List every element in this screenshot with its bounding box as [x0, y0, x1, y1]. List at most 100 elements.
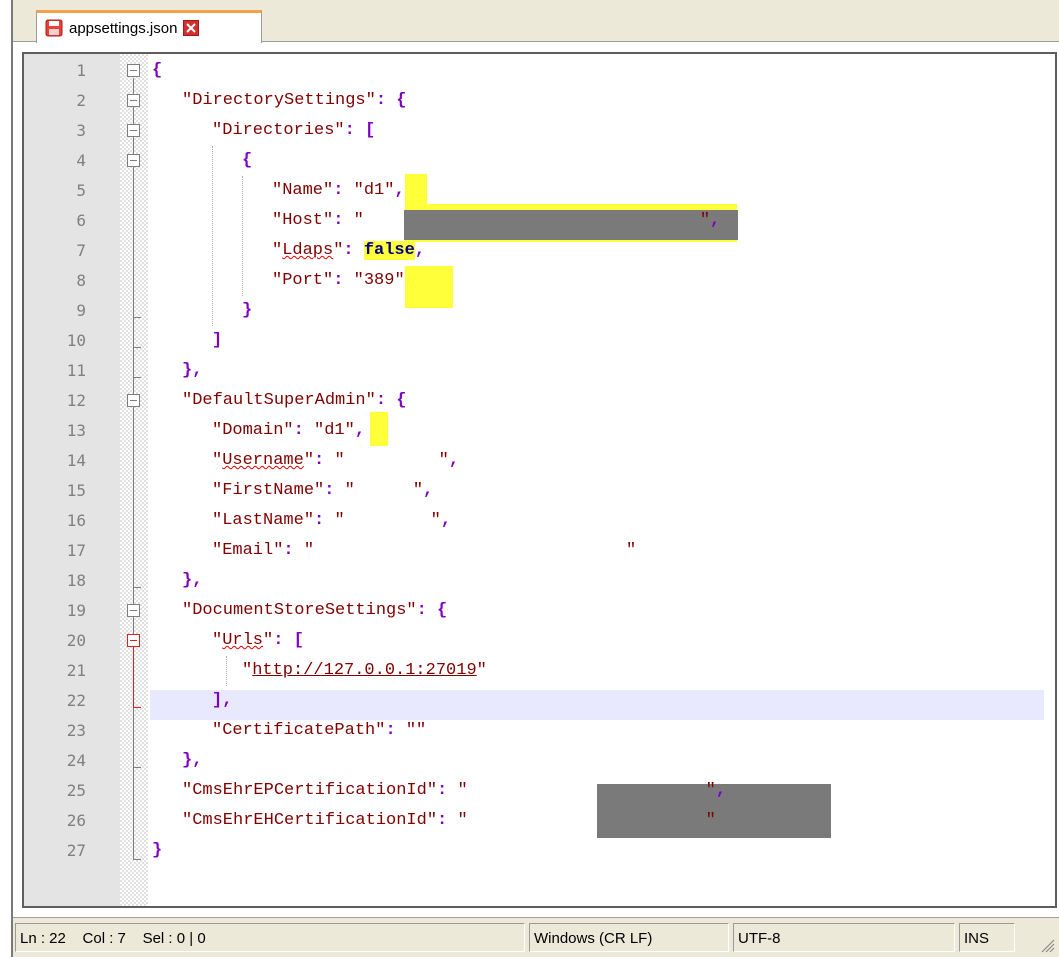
- json-value: d1: [363, 181, 385, 200]
- line-number: 20: [66, 631, 86, 650]
- window-left-edge: [0, 0, 10, 957]
- line-number: 11: [66, 361, 86, 380]
- code-line[interactable]: "Ldaps": false,: [272, 236, 425, 266]
- code-line[interactable]: "CmsEhrEPCertificationId": " ",: [182, 776, 726, 806]
- line-number: 25: [66, 781, 86, 800]
- json-key: "Port": [272, 271, 334, 290]
- json-boolean: false: [363, 241, 415, 260]
- code-line[interactable]: },: [182, 746, 202, 776]
- indent-guide: [212, 146, 213, 326]
- status-eol[interactable]: Windows (CR LF): [529, 923, 729, 952]
- fold-toggle-icon[interactable]: [127, 634, 140, 647]
- json-key: Ldaps: [282, 241, 334, 260]
- status-position[interactable]: Ln : 22 Col : 7 Sel : 0 | 0: [15, 923, 525, 952]
- status-insert-mode[interactable]: INS: [959, 923, 1015, 952]
- json-key: "DirectorySettings": [182, 91, 376, 110]
- close-icon[interactable]: [183, 20, 200, 36]
- json-key: "CertificatePath": [212, 721, 386, 740]
- code-line[interactable]: "Email": " ": [212, 536, 636, 566]
- status-ln: Ln : 22: [20, 930, 66, 947]
- fold-tree-line-active: [133, 642, 134, 707]
- code-line[interactable]: "Domain": "d1",: [212, 416, 365, 446]
- line-number: 15: [66, 481, 86, 500]
- code-line[interactable]: },: [182, 566, 202, 596]
- fold-toggle-icon[interactable]: [127, 154, 140, 167]
- search-highlight: [405, 266, 453, 308]
- line-number: 17: [66, 541, 86, 560]
- code-line[interactable]: }: [152, 836, 162, 866]
- line-number: 7: [76, 241, 86, 260]
- code-line[interactable]: },: [182, 356, 202, 386]
- line-number: 14: [66, 451, 86, 470]
- line-number: 18: [66, 571, 86, 590]
- line-number: 6: [76, 211, 86, 230]
- line-number: 5: [76, 181, 86, 200]
- fold-toggle-icon[interactable]: [127, 604, 140, 617]
- fold-toggle-icon[interactable]: [127, 64, 140, 77]
- json-key: "LastName": [212, 511, 315, 530]
- status-sel: Sel : 0 | 0: [142, 930, 206, 947]
- code-line[interactable]: "CmsEhrEHCertificationId": " ": [182, 806, 716, 836]
- json-key: "DefaultSuperAdmin": [182, 391, 376, 410]
- line-number: 2: [76, 91, 86, 110]
- line-number: 4: [76, 151, 86, 170]
- line-number: 21: [66, 661, 86, 680]
- code-line[interactable]: ]: [212, 326, 222, 356]
- line-number: 3: [76, 121, 86, 140]
- code-line[interactable]: "Name": "d1",: [272, 176, 405, 206]
- line-number: 24: [66, 751, 86, 770]
- url-link[interactable]: http://127.0.0.1:27019: [252, 661, 476, 680]
- search-highlight: [405, 174, 427, 206]
- line-number: 12: [66, 391, 86, 410]
- line-number: 1: [76, 61, 86, 80]
- search-highlight: [370, 412, 388, 446]
- json-key: "CmsEhrEPCertificationId": [182, 781, 438, 800]
- line-number: 19: [66, 601, 86, 620]
- code-line[interactable]: }: [242, 296, 252, 326]
- json-key: Urls: [222, 631, 264, 650]
- line-number: 22: [66, 691, 86, 710]
- code-line[interactable]: "DirectorySettings": {: [182, 86, 406, 116]
- code-line[interactable]: "Directories": [: [212, 116, 375, 146]
- line-number: 27: [66, 841, 86, 860]
- window-border: [11, 0, 13, 957]
- line-number: 23: [66, 721, 86, 740]
- tab-appsettings[interactable]: appsettings.json: [36, 10, 262, 43]
- code-line[interactable]: "http://127.0.0.1:27019": [242, 656, 487, 686]
- status-encoding[interactable]: UTF-8: [733, 923, 955, 952]
- code-line[interactable]: "DocumentStoreSettings": {: [182, 596, 447, 626]
- json-key: "FirstName": [212, 481, 325, 500]
- fold-tick: [133, 707, 141, 708]
- code-line-current[interactable]: ],: [212, 686, 232, 716]
- code-line[interactable]: "Host": " ",: [272, 206, 720, 236]
- code-line[interactable]: "LastName": " ",: [212, 506, 451, 536]
- fold-margin[interactable]: [120, 54, 148, 906]
- code-line[interactable]: "Urls": [: [212, 626, 304, 656]
- fold-tree-line: [133, 78, 134, 860]
- line-number: 8: [76, 271, 86, 290]
- fold-toggle-icon[interactable]: [127, 394, 140, 407]
- resize-grip-icon[interactable]: [1041, 939, 1055, 953]
- line-number: 16: [66, 511, 86, 530]
- indent-guide: [226, 656, 227, 686]
- code-line[interactable]: "CertificatePath": "": [212, 716, 426, 746]
- code-line[interactable]: {: [242, 146, 252, 176]
- json-key: Username: [222, 451, 304, 470]
- json-key: "CmsEhrEHCertificationId": [182, 811, 438, 830]
- json-value: 389: [363, 271, 395, 290]
- fold-toggle-icon[interactable]: [127, 94, 140, 107]
- json-key: "Name": [272, 181, 334, 200]
- fold-toggle-icon[interactable]: [127, 124, 140, 137]
- code-line[interactable]: "Port": "389": [272, 266, 405, 296]
- fold-tick: [133, 767, 141, 768]
- json-key: "Email": [212, 541, 284, 560]
- code-line[interactable]: "Username": " ",: [212, 446, 459, 476]
- code-line[interactable]: {: [152, 56, 162, 86]
- save-icon: [45, 19, 63, 37]
- tab-label: appsettings.json: [69, 19, 178, 37]
- line-number: 26: [66, 811, 86, 830]
- code-line[interactable]: "FirstName": " ",: [212, 476, 433, 506]
- fold-tick: [133, 859, 141, 860]
- status-col: Col : 7: [82, 930, 126, 947]
- code-line[interactable]: "DefaultSuperAdmin": {: [182, 386, 406, 416]
